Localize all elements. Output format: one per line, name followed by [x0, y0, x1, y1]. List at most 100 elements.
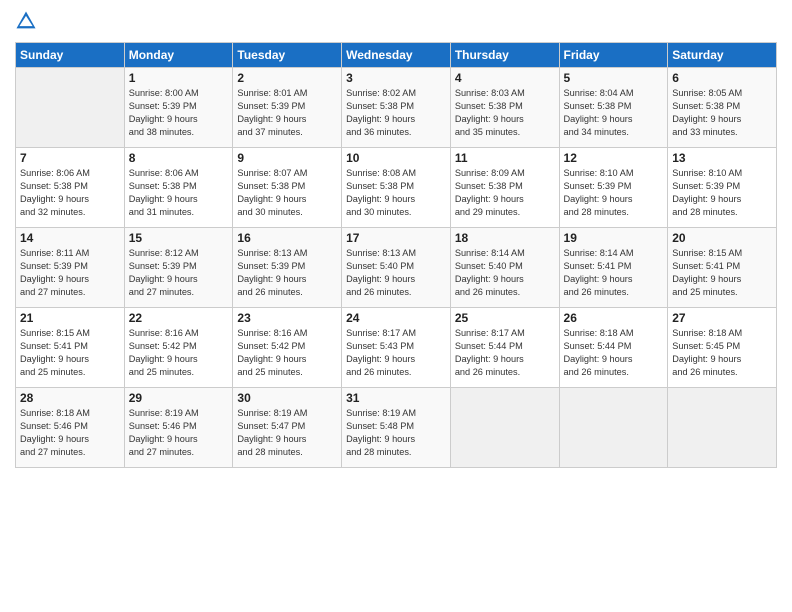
day-number: 11 — [455, 151, 555, 165]
calendar-cell: 27Sunrise: 8:18 AM Sunset: 5:45 PM Dayli… — [668, 308, 777, 388]
calendar-week-row: 21 Sunrise: 8:15 AM Sunset: 5:41 PM Dayli… — [16, 308, 777, 388]
logo-icon — [15, 10, 37, 32]
logo — [15, 10, 39, 34]
calendar-cell: 10Sunrise: 8:08 AM Sunset: 5:38 PM Dayli… — [342, 148, 451, 228]
calendar-cell: 31 Sunrise: 8:19 AM Sunset: 5:48 PM Dayli… — [342, 388, 451, 468]
calendar-cell: 26 Sunrise: 8:18 AM Sunset: 5:44 PM Dayli… — [559, 308, 668, 388]
day-number: 5 — [564, 71, 664, 85]
weekday-header: Friday — [559, 43, 668, 68]
calendar-body: 1Sunrise: 8:00 AM Sunset: 5:39 PM Daylig… — [16, 68, 777, 468]
calendar-cell: 20 Sunrise: 8:15 AM Sunset: 5:41 PM Dayli… — [668, 228, 777, 308]
calendar-cell: 13 Sunrise: 8:10 AM Sunset: 5:39 PM Dayli… — [668, 148, 777, 228]
calendar-cell: 30Sunrise: 8:19 AM Sunset: 5:47 PM Dayli… — [233, 388, 342, 468]
day-info: Sunrise: 8:05 AM Sunset: 5:38 PM Dayligh… — [672, 87, 772, 139]
day-number: 27 — [672, 311, 772, 325]
calendar-cell: 8 Sunrise: 8:06 AM Sunset: 5:38 PM Daylig… — [124, 148, 233, 228]
day-number: 28 — [20, 391, 120, 405]
calendar-cell: 28 Sunrise: 8:18 AM Sunset: 5:46 PM Dayli… — [16, 388, 125, 468]
calendar-cell — [16, 68, 125, 148]
day-info: Sunrise: 8:14 AM Sunset: 5:40 PM Dayligh… — [455, 247, 555, 299]
weekday-header: Saturday — [668, 43, 777, 68]
day-info: Sunrise: 8:02 AM Sunset: 5:38 PM Dayligh… — [346, 87, 446, 139]
weekday-header: Monday — [124, 43, 233, 68]
calendar-cell: 6 Sunrise: 8:05 AM Sunset: 5:38 PM Daylig… — [668, 68, 777, 148]
day-number: 10 — [346, 151, 446, 165]
calendar-cell: 7Sunrise: 8:06 AM Sunset: 5:38 PM Daylig… — [16, 148, 125, 228]
day-number: 4 — [455, 71, 555, 85]
calendar-cell: 17 Sunrise: 8:13 AM Sunset: 5:40 PM Dayli… — [342, 228, 451, 308]
weekday-header: Sunday — [16, 43, 125, 68]
day-info: Sunrise: 8:13 AM Sunset: 5:40 PM Dayligh… — [346, 247, 446, 299]
calendar-cell: 19Sunrise: 8:14 AM Sunset: 5:41 PM Dayli… — [559, 228, 668, 308]
day-number: 18 — [455, 231, 555, 245]
day-info: Sunrise: 8:10 AM Sunset: 5:39 PM Dayligh… — [564, 167, 664, 219]
day-info: Sunrise: 8:04 AM Sunset: 5:38 PM Dayligh… — [564, 87, 664, 139]
day-number: 29 — [129, 391, 229, 405]
day-number: 19 — [564, 231, 664, 245]
calendar-cell: 5 Sunrise: 8:04 AM Sunset: 5:38 PM Daylig… — [559, 68, 668, 148]
day-info: Sunrise: 8:09 AM Sunset: 5:38 PM Dayligh… — [455, 167, 555, 219]
day-info: Sunrise: 8:19 AM Sunset: 5:48 PM Dayligh… — [346, 407, 446, 459]
day-info: Sunrise: 8:12 AM Sunset: 5:39 PM Dayligh… — [129, 247, 229, 299]
day-info: Sunrise: 8:06 AM Sunset: 5:38 PM Dayligh… — [129, 167, 229, 219]
day-number: 20 — [672, 231, 772, 245]
calendar-week-row: 1Sunrise: 8:00 AM Sunset: 5:39 PM Daylig… — [16, 68, 777, 148]
weekday-header: Wednesday — [342, 43, 451, 68]
day-info: Sunrise: 8:17 AM Sunset: 5:44 PM Dayligh… — [455, 327, 555, 379]
day-number: 23 — [237, 311, 337, 325]
day-number: 25 — [455, 311, 555, 325]
day-number: 7 — [20, 151, 120, 165]
day-info: Sunrise: 8:07 AM Sunset: 5:38 PM Dayligh… — [237, 167, 337, 219]
calendar-cell: 3 Sunrise: 8:02 AM Sunset: 5:38 PM Daylig… — [342, 68, 451, 148]
day-number: 26 — [564, 311, 664, 325]
day-number: 3 — [346, 71, 446, 85]
day-number: 17 — [346, 231, 446, 245]
calendar-cell: 14 Sunrise: 8:11 AM Sunset: 5:39 PM Dayli… — [16, 228, 125, 308]
day-info: Sunrise: 8:01 AM Sunset: 5:39 PM Dayligh… — [237, 87, 337, 139]
calendar-cell — [668, 388, 777, 468]
calendar-cell: 25 Sunrise: 8:17 AM Sunset: 5:44 PM Dayli… — [450, 308, 559, 388]
calendar-header: SundayMondayTuesdayWednesdayThursdayFrid… — [16, 43, 777, 68]
weekday-row: SundayMondayTuesdayWednesdayThursdayFrid… — [16, 43, 777, 68]
calendar-cell: 2 Sunrise: 8:01 AM Sunset: 5:39 PM Daylig… — [233, 68, 342, 148]
calendar-cell: 12Sunrise: 8:10 AM Sunset: 5:39 PM Dayli… — [559, 148, 668, 228]
day-info: Sunrise: 8:17 AM Sunset: 5:43 PM Dayligh… — [346, 327, 446, 379]
day-number: 8 — [129, 151, 229, 165]
day-number: 6 — [672, 71, 772, 85]
calendar-cell: 9Sunrise: 8:07 AM Sunset: 5:38 PM Daylig… — [233, 148, 342, 228]
day-info: Sunrise: 8:11 AM Sunset: 5:39 PM Dayligh… — [20, 247, 120, 299]
day-info: Sunrise: 8:16 AM Sunset: 5:42 PM Dayligh… — [129, 327, 229, 379]
calendar-cell: 15 Sunrise: 8:12 AM Sunset: 5:39 PM Dayli… — [124, 228, 233, 308]
header — [15, 10, 777, 34]
calendar-cell: 16Sunrise: 8:13 AM Sunset: 5:39 PM Dayli… — [233, 228, 342, 308]
day-info: Sunrise: 8:18 AM Sunset: 5:44 PM Dayligh… — [564, 327, 664, 379]
day-number: 13 — [672, 151, 772, 165]
calendar-cell: 22 Sunrise: 8:16 AM Sunset: 5:42 PM Dayli… — [124, 308, 233, 388]
day-info: Sunrise: 8:10 AM Sunset: 5:39 PM Dayligh… — [672, 167, 772, 219]
day-info: Sunrise: 8:15 AM Sunset: 5:41 PM Dayligh… — [20, 327, 120, 379]
day-number: 15 — [129, 231, 229, 245]
calendar-week-row: 28 Sunrise: 8:18 AM Sunset: 5:46 PM Dayli… — [16, 388, 777, 468]
day-number: 30 — [237, 391, 337, 405]
day-info: Sunrise: 8:18 AM Sunset: 5:46 PM Dayligh… — [20, 407, 120, 459]
day-info: Sunrise: 8:15 AM Sunset: 5:41 PM Dayligh… — [672, 247, 772, 299]
calendar-week-row: 7 Sunrise: 8:06 AM Sunset: 5:38 PM Daylig… — [16, 148, 777, 228]
weekday-header: Thursday — [450, 43, 559, 68]
day-number: 14 — [20, 231, 120, 245]
day-info: Sunrise: 8:13 AM Sunset: 5:39 PM Dayligh… — [237, 247, 337, 299]
calendar-cell — [450, 388, 559, 468]
day-number: 21 — [20, 311, 120, 325]
day-info: Sunrise: 8:19 AM Sunset: 5:46 PM Dayligh… — [129, 407, 229, 459]
day-number: 31 — [346, 391, 446, 405]
day-number: 24 — [346, 311, 446, 325]
calendar-cell: 24 Sunrise: 8:17 AM Sunset: 5:43 PM Dayli… — [342, 308, 451, 388]
day-number: 2 — [237, 71, 337, 85]
day-info: Sunrise: 8:16 AM Sunset: 5:42 PM Dayligh… — [237, 327, 337, 379]
calendar-week-row: 14 Sunrise: 8:11 AM Sunset: 5:39 PM Dayli… — [16, 228, 777, 308]
day-number: 22 — [129, 311, 229, 325]
calendar-cell: 18 Sunrise: 8:14 AM Sunset: 5:40 PM Dayli… — [450, 228, 559, 308]
calendar-cell: 4Sunrise: 8:03 AM Sunset: 5:38 PM Daylig… — [450, 68, 559, 148]
calendar-cell: 1Sunrise: 8:00 AM Sunset: 5:39 PM Daylig… — [124, 68, 233, 148]
calendar: SundayMondayTuesdayWednesdayThursdayFrid… — [15, 42, 777, 468]
calendar-cell: 11 Sunrise: 8:09 AM Sunset: 5:38 PM Dayli… — [450, 148, 559, 228]
